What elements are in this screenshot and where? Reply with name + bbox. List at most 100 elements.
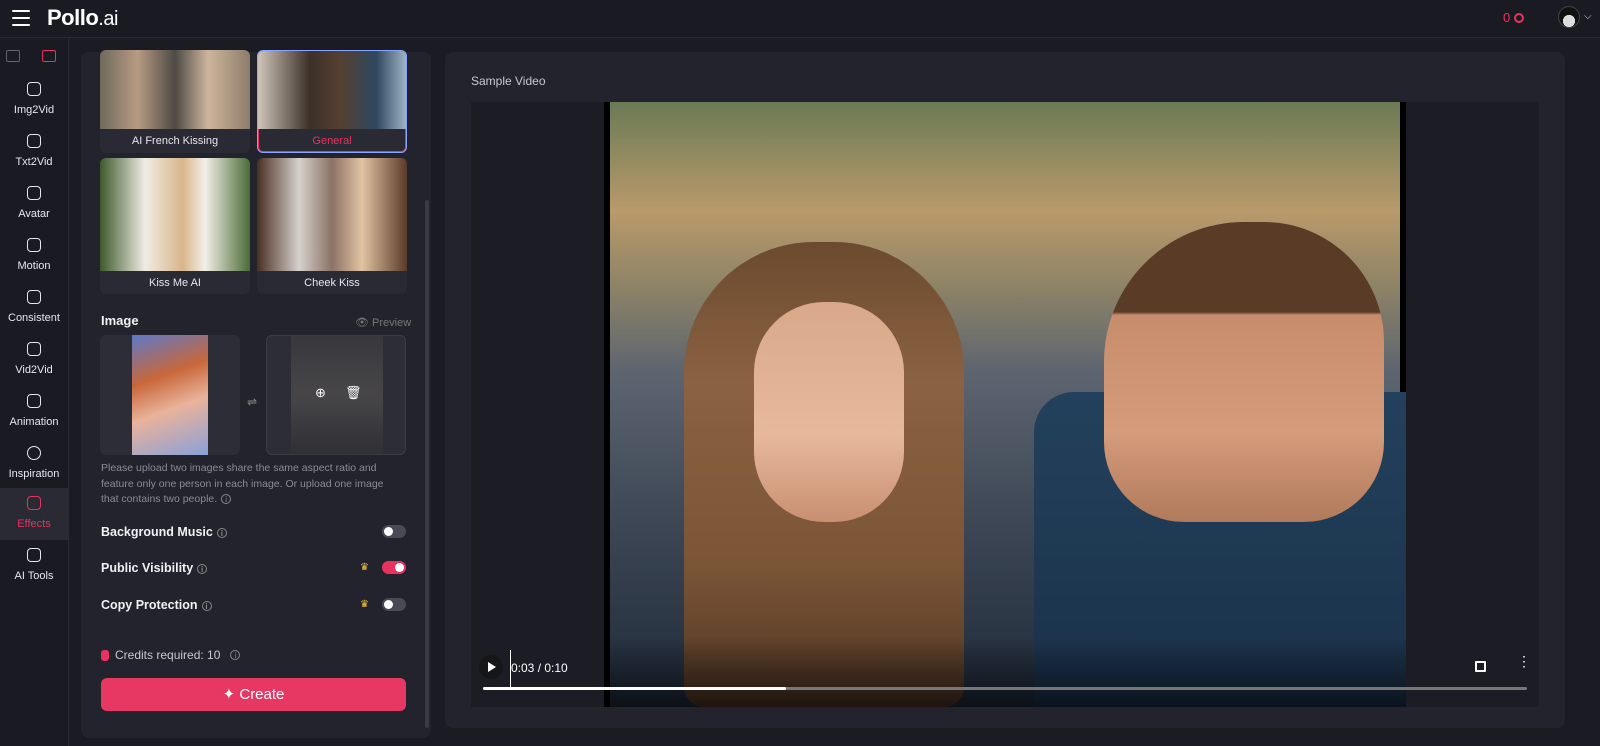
effect-name: AI French Kissing	[131, 135, 219, 147]
background-music-toggle[interactable]	[382, 525, 406, 538]
effect-card-ai-french-kissing[interactable]: AI French Kissing	[100, 50, 250, 153]
mode-switch	[0, 46, 69, 70]
chevron-down-icon[interactable]: ⌵	[1584, 11, 1592, 22]
info-icon[interactable]: i	[216, 527, 227, 538]
consistent-icon	[27, 290, 41, 304]
image-to-video-icon	[27, 82, 41, 96]
info-icon[interactable]: i	[197, 563, 208, 574]
hamburger-menu-icon[interactable]	[12, 10, 30, 26]
sidebar: Img2Vid Txt2Vid Avatar Motion Consistent…	[0, 38, 69, 746]
zoom-in-icon[interactable]: ⊕	[315, 385, 326, 401]
avatar[interactable]	[1558, 6, 1580, 28]
background-music-label: Background Music i	[101, 525, 227, 539]
motion-icon	[27, 238, 41, 252]
effect-name: Kiss Me AI	[149, 277, 201, 289]
video-player[interactable]	[471, 102, 1539, 707]
sidebar-item-label: Effects	[17, 518, 51, 530]
woman-face	[754, 302, 904, 522]
man-face	[1104, 222, 1384, 522]
database-icon	[101, 649, 109, 661]
preview-label: Preview	[372, 317, 412, 329]
sidebar-item-animation[interactable]: Animation	[0, 386, 68, 438]
effect-card-general[interactable]: General	[257, 50, 407, 153]
toggle-knob	[384, 600, 393, 609]
effect-thumbnail	[100, 158, 250, 271]
effects-icon	[27, 496, 41, 510]
toggle-knob	[384, 527, 393, 536]
panel-scrollbar[interactable]	[425, 200, 429, 728]
coin-icon	[1514, 12, 1525, 23]
swap-icon[interactable]: ⇌	[247, 395, 257, 409]
sidebar-item-label: Consistent	[8, 312, 60, 324]
crown-icon: ♛	[360, 599, 369, 610]
sidebar-item-label: Img2Vid	[13, 104, 55, 116]
sidebar-item-consistent[interactable]: Consistent	[0, 282, 68, 334]
effect-name: General	[312, 135, 352, 147]
credits-required: Credits required: 10 i	[101, 648, 241, 662]
upload-hint: Please upload two images share the same …	[101, 461, 401, 508]
effect-name: Cheek Kiss	[304, 277, 360, 289]
public-visibility-toggle[interactable]	[382, 561, 406, 574]
public-visibility-label: Public Visibility i	[101, 561, 208, 575]
sidebar-item-label: Inspiration	[8, 468, 60, 480]
image-slot-2[interactable]	[266, 335, 406, 455]
sidebar-item-effects[interactable]: Effects	[0, 488, 68, 540]
fullscreen-icon[interactable]	[1475, 661, 1486, 672]
preview-link[interactable]: 👁 Preview	[355, 316, 411, 329]
trash-icon[interactable]: 🗑	[345, 385, 362, 401]
setting-label: Copy Protection	[101, 598, 198, 612]
sidebar-item-inspiration[interactable]: Inspiration	[0, 438, 68, 490]
credits-balance[interactable]: 0	[1503, 10, 1525, 25]
image-slot-1[interactable]	[100, 335, 240, 455]
effect-card-kiss-me-ai[interactable]: Kiss Me AI	[100, 158, 250, 294]
video-to-video-icon	[27, 342, 41, 356]
sidebar-item-vid2vid[interactable]: Vid2Vid	[0, 334, 68, 386]
sidebar-item-label: Animation	[9, 416, 59, 428]
info-icon[interactable]: i	[230, 650, 241, 660]
toggle-knob	[395, 563, 404, 572]
sidebar-item-label: Vid2Vid	[15, 364, 53, 376]
compass-icon	[27, 446, 41, 460]
video-progress-bar[interactable]	[483, 687, 1527, 690]
credits-required-text: Credits required: 10	[115, 648, 221, 662]
effect-card-cheek-kiss[interactable]: Cheek Kiss	[257, 158, 407, 294]
sidebar-item-label: Txt2Vid	[15, 156, 53, 168]
sidebar-item-img2vid[interactable]: Img2Vid	[0, 74, 68, 126]
top-bar: Pollo.ai 0 ⌵	[0, 0, 1600, 38]
create-button[interactable]: ✦ Create	[101, 678, 406, 711]
more-options-icon[interactable]: ⋮	[1517, 654, 1531, 668]
uploaded-image-woman	[132, 335, 208, 455]
hint-text: Please upload two images share the same …	[101, 462, 384, 505]
image-mode-icon[interactable]	[6, 50, 20, 62]
sidebar-item-label: Avatar	[18, 208, 50, 220]
copy-protection-toggle[interactable]	[382, 598, 406, 611]
sidebar-item-txt2vid[interactable]: Txt2Vid	[0, 126, 68, 178]
sparkle-icon: ✦	[222, 686, 236, 703]
uploaded-image-man	[291, 336, 383, 454]
video-mode-icon[interactable]	[42, 50, 56, 62]
avatar-icon	[27, 186, 41, 200]
sample-video-label: Sample Video	[471, 74, 546, 88]
logo[interactable]: Pollo.ai	[47, 5, 118, 31]
image-section-title: Image	[101, 313, 139, 328]
info-icon[interactable]: i	[201, 600, 212, 611]
create-label: Create	[239, 686, 285, 703]
effect-thumbnail	[100, 50, 250, 129]
effect-thumbnail	[257, 158, 407, 271]
video-time: 0:03 / 0:10	[511, 661, 568, 675]
sidebar-item-avatar[interactable]: Avatar	[0, 178, 68, 230]
controls-gradient	[604, 637, 1406, 707]
sidebar-item-label: Motion	[17, 260, 51, 272]
play-button[interactable]	[479, 655, 503, 679]
sidebar-item-ai-tools[interactable]: AI Tools	[0, 540, 68, 592]
video-progress-fill	[483, 687, 786, 690]
copy-protection-label: Copy Protection i	[101, 598, 212, 612]
setting-label: Public Visibility	[101, 561, 194, 575]
sidebar-item-motion[interactable]: Motion	[0, 230, 68, 282]
info-icon[interactable]: i	[221, 494, 232, 505]
setting-label: Background Music	[101, 525, 213, 539]
text-to-video-icon	[27, 134, 41, 148]
crown-icon: ♛	[360, 562, 369, 573]
video-frame	[604, 102, 1406, 707]
ai-tools-icon	[27, 548, 41, 562]
